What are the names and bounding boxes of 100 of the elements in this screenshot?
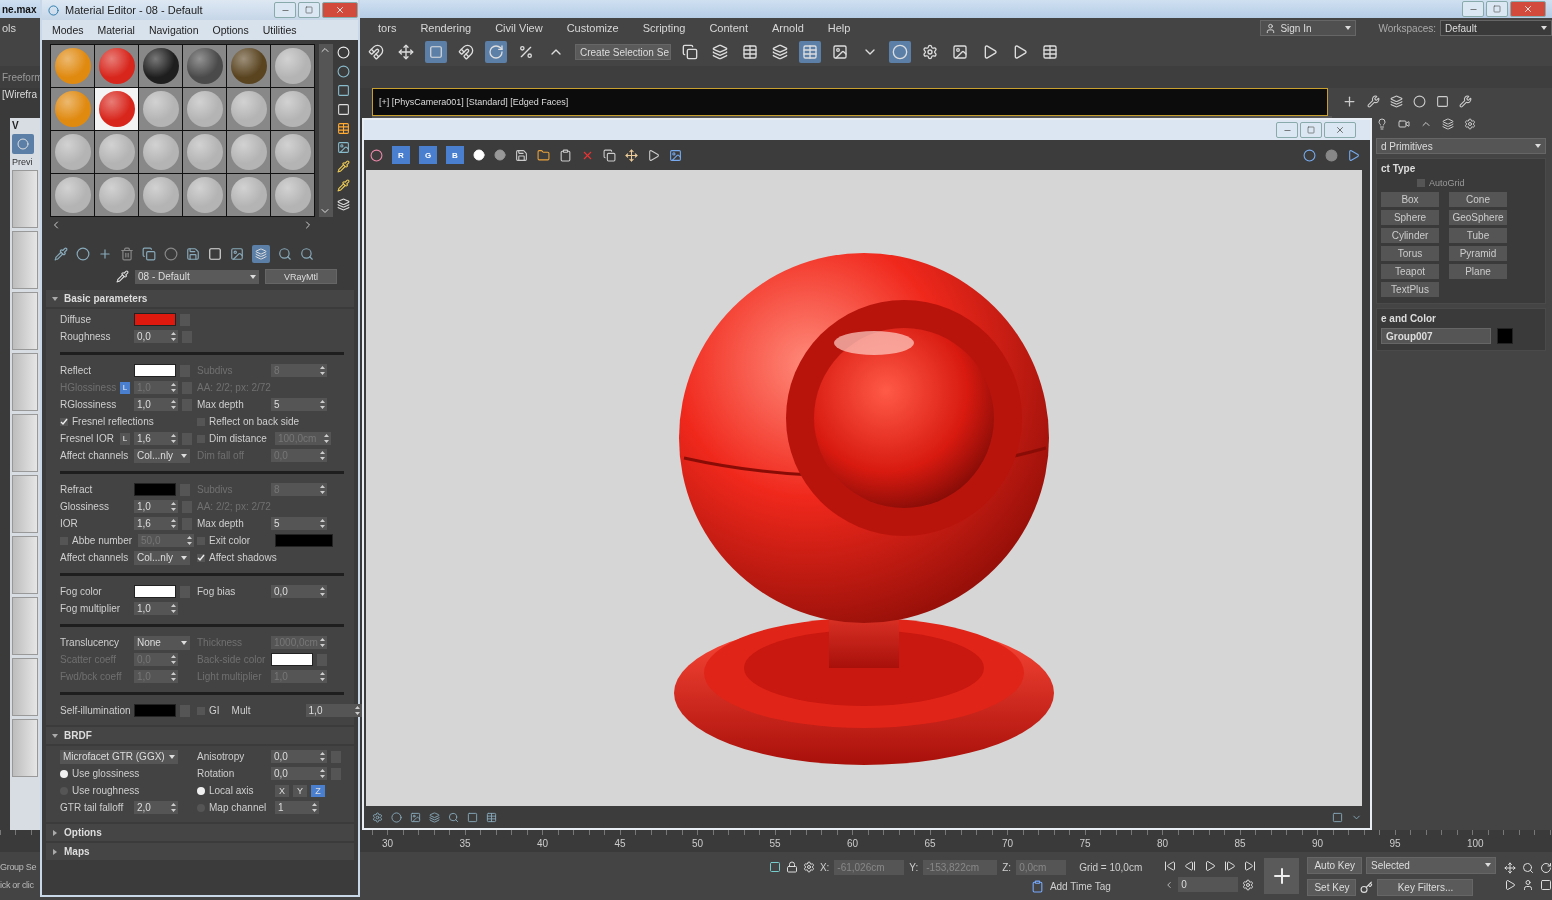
image-icon[interactable] [669,148,682,162]
light-icon[interactable] [1376,118,1388,130]
play-icon[interactable] [1204,860,1217,872]
radio-button[interactable] [60,769,68,778]
primitive-button[interactable]: Teapot [1381,264,1439,279]
viewport-label[interactable]: [Wirefra [0,89,37,100]
object-color-swatch[interactable] [1497,328,1513,344]
save-icon[interactable] [515,148,528,162]
pan-icon[interactable] [1504,861,1516,874]
thumbnail[interactable] [12,597,38,655]
next-frame-icon[interactable] [1224,860,1237,872]
primitive-button[interactable]: Cylinder [1381,228,1439,243]
spinner-arrows-icon[interactable] [171,332,176,341]
auto-key-button[interactable]: Auto Key [1307,856,1362,874]
rollout-title[interactable]: ct Type [1381,163,1539,174]
channel-toggle[interactable]: G [419,146,437,164]
spinner-arrows-icon[interactable] [320,519,325,528]
thumbnail[interactable] [12,719,38,777]
spinner-arrows-icon[interactable] [171,502,176,511]
copy-icon[interactable] [603,148,616,162]
spinner-arrows-icon[interactable] [320,366,325,375]
menu-item[interactable]: Options [212,24,249,36]
modify-icon[interactable] [1367,94,1380,108]
delete-icon[interactable] [120,247,134,261]
copy-material-icon[interactable] [142,247,156,261]
menu-item[interactable]: Arnold [759,22,816,34]
create-icon[interactable] [1342,93,1357,109]
frame-field[interactable]: 0 [1178,877,1239,892]
spinner-arrows-icon[interactable] [171,604,176,613]
spinner-arrows-icon[interactable] [320,672,325,681]
color-swatch[interactable] [134,483,176,496]
set-key-plus-button[interactable] [1264,858,1300,894]
settings-icon[interactable] [372,811,383,823]
spinner-arrows-icon[interactable] [312,803,317,812]
color-swatch[interactable] [134,364,176,377]
lock-icon[interactable] [785,861,798,873]
material-name-field[interactable]: 08 - Default [135,269,259,284]
thumbnail[interactable] [12,353,38,411]
channel-toggle[interactable]: B [446,146,464,164]
spinner-field[interactable]: 1,0 [134,500,178,513]
key-mode-dropdown[interactable]: Selected [1366,856,1496,874]
thumbnail[interactable] [12,170,38,228]
rollout-header[interactable]: BRDF [46,727,354,744]
checkbox[interactable] [197,553,205,562]
thumbnail[interactable] [12,658,38,716]
spinner-field[interactable]: 1,0 [305,704,362,717]
selection-set-dropdown[interactable]: Create Selection Se [575,44,671,60]
get-material-icon[interactable] [54,247,68,261]
radio-button[interactable] [197,786,205,795]
primitive-button[interactable]: Tube [1449,228,1507,243]
viewport-label[interactable]: [+] [PhysCamera001] [Standard] [Edged Faces] [379,97,569,107]
select-object-icon[interactable] [425,41,447,63]
menu-item[interactable]: Customize [554,22,631,34]
dropdown[interactable]: Col...nly [134,448,190,463]
sphere-icon[interactable] [1325,148,1338,162]
primitive-button[interactable]: Box [1381,192,1439,207]
spinner-arrows-icon[interactable] [171,383,176,392]
primitive-button[interactable]: Plane [1449,264,1507,279]
spinner-field[interactable]: 0,0 [271,585,327,598]
dropdown[interactable]: Microfacet GTR (GGX) [60,749,178,764]
channel-toggle[interactable]: R [392,146,410,164]
primitive-button[interactable]: Torus [1381,246,1439,261]
checkbox[interactable] [1417,179,1425,187]
go-to-end-icon[interactable] [1244,860,1257,872]
spinner-field[interactable]: 0,0 [134,330,178,343]
angle-snap-icon[interactable] [485,41,507,63]
color-swatch[interactable] [134,585,176,598]
close-button[interactable] [322,2,358,18]
rollout-title[interactable]: e and Color [1381,313,1539,324]
menu-item[interactable]: Material [97,24,135,36]
go-to-start-icon[interactable] [1164,860,1177,872]
dropdown[interactable]: None [134,635,190,650]
spinner-field[interactable]: 1,0 [134,398,178,411]
spinner-arrows-icon[interactable] [320,451,325,460]
spinner-arrows-icon[interactable] [171,434,176,443]
checkbox[interactable] [60,417,68,426]
axis-button[interactable]: Y [293,784,307,797]
save-icon[interactable] [186,247,200,261]
dropdown[interactable]: Col...nly [134,550,190,565]
spinner-field[interactable]: 5 [271,517,327,530]
thumbnail[interactable] [12,292,38,350]
primitive-button[interactable]: Sphere [1381,210,1439,225]
primitive-button[interactable]: Pyramid [1449,246,1507,261]
spinner-arrows-icon[interactable] [324,434,329,443]
object-name-field[interactable]: Group007 [1381,328,1491,344]
category-dropdown[interactable]: d Primitives [1376,138,1546,154]
primitive-button[interactable]: GeoSphere [1449,210,1507,225]
thumbnail[interactable] [12,475,38,533]
spinner-field[interactable]: 0,0 [271,767,327,780]
menu-item[interactable]: tors [366,22,409,34]
spinner-field[interactable]: 2,0 [134,801,178,814]
menu-item[interactable]: Navigation [148,24,199,36]
menu-item[interactable]: Rendering [408,22,484,34]
material-type-button[interactable]: VRayMtl [265,269,337,284]
color-swatch[interactable] [134,313,176,326]
folder-icon[interactable] [537,148,550,162]
spinner-field[interactable]: 1 [275,801,319,814]
workspaces-dropdown[interactable]: Default [1440,20,1552,36]
menu-item[interactable]: Utilities [262,24,297,36]
close-button[interactable] [1510,1,1546,17]
